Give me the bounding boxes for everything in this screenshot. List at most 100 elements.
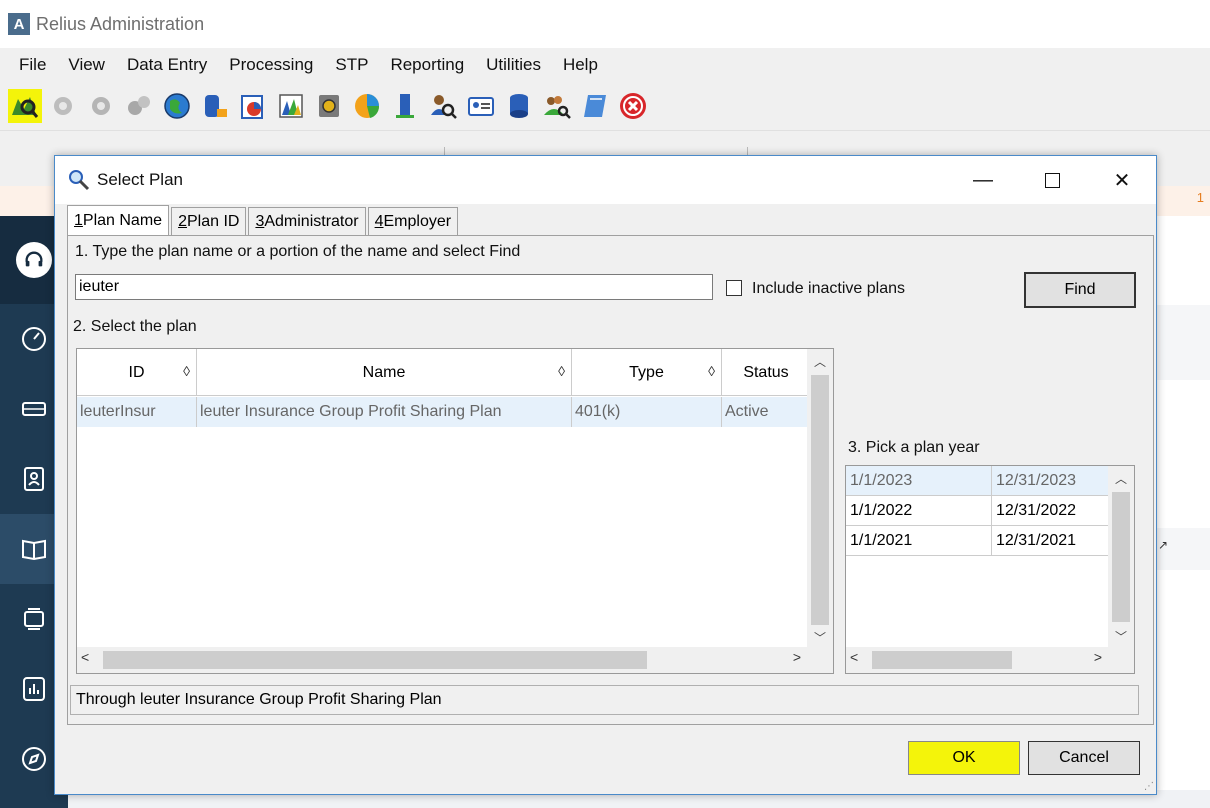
app-logo-icon: A	[8, 13, 30, 35]
scroll-thumb[interactable]	[1112, 492, 1130, 622]
id-card-tool-button[interactable]	[464, 89, 498, 123]
pie-chart-tool-button[interactable]	[350, 89, 384, 123]
scroll-thumb[interactable]	[103, 651, 647, 669]
search-person-tool-button[interactable]	[426, 89, 460, 123]
gear-disabled-tool-button-2[interactable]	[84, 89, 118, 123]
year-start-cell: 1/1/2022	[846, 496, 992, 526]
close-button[interactable]: ✕	[1087, 156, 1157, 204]
building-tool-button[interactable]	[388, 89, 422, 123]
step2-label: 2. Select the plan	[73, 318, 197, 335]
years-horizontal-scrollbar[interactable]: < >	[846, 647, 1134, 673]
app-title: Relius Administration	[36, 13, 205, 34]
table-row[interactable]: leuterInsur leuter Insurance Group Profi…	[77, 397, 810, 427]
chart-tool-button[interactable]	[274, 89, 308, 123]
resize-grip-icon[interactable]: ⋰	[1144, 781, 1154, 792]
column-header-name[interactable]: Name ◊	[197, 349, 572, 396]
plan-year-row[interactable]: 1/1/2021 12/31/2021	[846, 526, 1110, 556]
vault-tool-button[interactable]	[312, 89, 346, 123]
database-tool-button[interactable]	[198, 89, 232, 123]
scroll-right-icon[interactable]: >	[1094, 649, 1102, 665]
sort-icon: ◊	[708, 363, 715, 379]
chart-icon	[279, 94, 303, 118]
plan-year-row[interactable]: 1/1/2022 12/31/2022	[846, 496, 1110, 526]
gear-disabled-tool-button-1[interactable]	[46, 89, 80, 123]
gear-disabled-icon	[92, 97, 110, 115]
column-header-status[interactable]: Status	[722, 349, 810, 396]
dialog-tabs: 1 Plan Name 2 Plan ID 3 Administrator 4 …	[67, 205, 460, 235]
scroll-right-icon[interactable]: >	[793, 649, 801, 665]
scroll-left-icon[interactable]: <	[850, 649, 858, 665]
menu-reporting[interactable]: Reporting	[379, 55, 475, 75]
book-icon	[22, 539, 46, 561]
vault-icon	[319, 95, 339, 117]
id-card-icon	[468, 97, 494, 116]
tab-employer[interactable]: 4 Employer	[367, 207, 459, 235]
include-inactive-label: Include inactive plans	[752, 280, 905, 297]
year-start-cell: 1/1/2021	[846, 526, 992, 556]
years-vertical-scrollbar[interactable]: ︿ ﹀	[1108, 466, 1134, 649]
app-titlebar: A Relius Administration	[0, 0, 1210, 48]
people-search-tool-button[interactable]	[540, 89, 574, 123]
menu-help[interactable]: Help	[552, 55, 609, 75]
menu-stp[interactable]: STP	[324, 55, 379, 75]
database-icon	[205, 95, 227, 117]
column-header-type[interactable]: Type ◊	[572, 349, 722, 396]
menu-file[interactable]: File	[8, 55, 57, 75]
include-inactive-checkbox[interactable]	[726, 280, 742, 296]
year-end-cell: 12/31/2022	[992, 496, 1110, 526]
find-button[interactable]: Find	[1024, 272, 1136, 308]
scroll-left-icon[interactable]: <	[81, 649, 89, 665]
scroll-up-icon[interactable]: ︿	[807, 349, 833, 373]
select-plan-icon	[12, 97, 39, 118]
column-header-id[interactable]: ID ◊	[77, 349, 197, 396]
dialog-title: Select Plan	[97, 170, 183, 189]
scroll-thumb[interactable]	[872, 651, 1012, 669]
report-pie-tool-button[interactable]	[236, 89, 270, 123]
compass-icon	[22, 747, 46, 771]
scroll-thumb[interactable]	[811, 375, 829, 625]
band-text: 1	[1196, 190, 1204, 205]
tab-plan-name[interactable]: 1 Plan Name	[67, 205, 170, 235]
expand-arrow-icon[interactable]: ↗	[1158, 538, 1168, 552]
community-icon	[24, 608, 44, 630]
gears-disabled-tool-button[interactable]	[122, 89, 156, 123]
plans-grid: ID ◊ Name ◊ Type ◊ Status leuterInsur leute…	[76, 348, 834, 674]
step1-label: 1. Type the plan name or a portion of th…	[75, 243, 521, 260]
exit-icon	[620, 93, 646, 119]
globe-tool-button[interactable]	[160, 89, 194, 123]
ok-button[interactable]: OK	[908, 741, 1020, 775]
tab-administrator[interactable]: 3 Administrator	[248, 207, 366, 235]
data-stack-tool-button[interactable]	[502, 89, 536, 123]
plan-name-search-input[interactable]	[75, 274, 713, 300]
bar-chart-icon	[23, 677, 45, 701]
select-plan-tool-button[interactable]	[8, 89, 42, 123]
plans-horizontal-scrollbar[interactable]: < >	[77, 647, 833, 673]
menu-utilities[interactable]: Utilities	[475, 55, 552, 75]
notebook-icon	[584, 95, 606, 117]
contact-card-icon	[24, 467, 44, 491]
plan-year-row[interactable]: 1/1/2023 12/31/2023	[846, 466, 1110, 496]
menu-view[interactable]: View	[57, 55, 116, 75]
minimize-button[interactable]: —	[948, 156, 1018, 204]
search-icon	[69, 170, 90, 191]
scroll-down-icon[interactable]: ﹀	[1108, 624, 1134, 648]
menu-processing[interactable]: Processing	[218, 55, 324, 75]
plans-vertical-scrollbar[interactable]: ︿ ﹀	[807, 349, 833, 649]
close-icon: ✕	[1113, 169, 1131, 192]
cancel-button[interactable]: Cancel	[1028, 741, 1140, 775]
column-label: ID	[128, 363, 145, 381]
year-start-cell: 1/1/2023	[846, 466, 992, 496]
tab-key: 4	[374, 212, 384, 230]
notebook-tool-button[interactable]	[578, 89, 612, 123]
menu-data-entry[interactable]: Data Entry	[116, 55, 218, 75]
scroll-down-icon[interactable]: ﹀	[807, 625, 833, 649]
tab-plan-id[interactable]: 2 Plan ID	[171, 207, 247, 235]
background-panel	[1157, 305, 1210, 380]
people-search-icon	[544, 96, 571, 119]
exit-tool-button[interactable]	[616, 89, 650, 123]
maximize-button[interactable]	[1017, 156, 1087, 204]
tab-label: Plan Name	[82, 211, 163, 229]
scroll-up-icon[interactable]: ︿	[1108, 466, 1134, 490]
ticket-icon	[22, 402, 46, 416]
plan-years-grid: 1/1/2023 12/31/2023 1/1/2022 12/31/2022 …	[845, 465, 1135, 674]
